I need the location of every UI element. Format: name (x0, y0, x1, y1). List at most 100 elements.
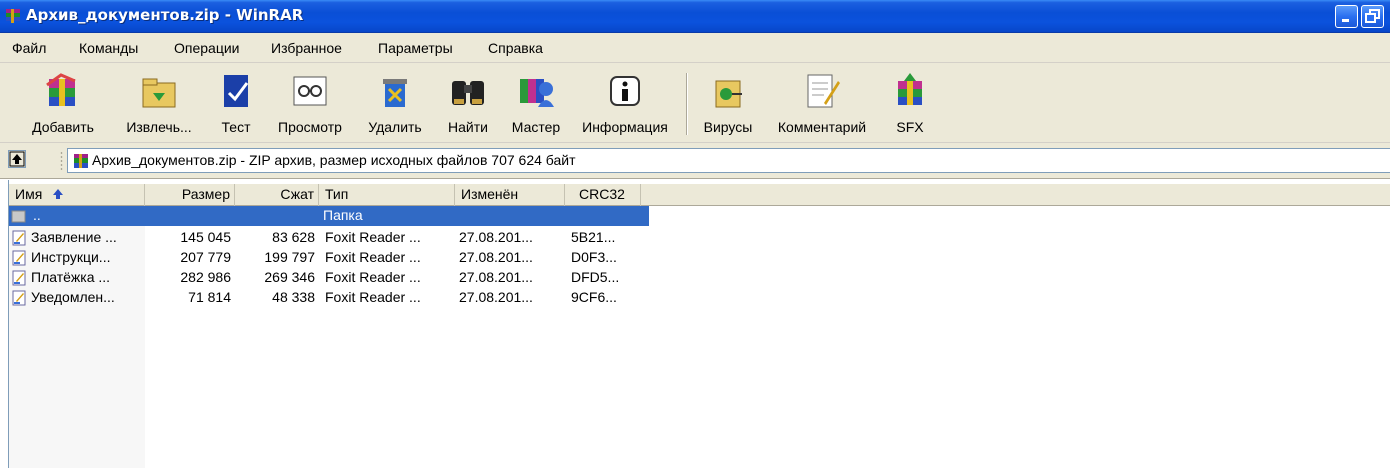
menu-commands[interactable]: Команды (79, 40, 138, 56)
sfx-icon (898, 73, 922, 105)
minimize-icon (1342, 19, 1349, 22)
find-button[interactable]: Найти (436, 67, 500, 141)
address-bar: Архив_документов.zip - ZIP архив, размер… (0, 143, 1390, 179)
file-name: Платёжка ... (31, 269, 111, 285)
toolbar-separator (686, 73, 688, 135)
table-row[interactable]: Инструкци... 207 779 199 797 Foxit Reade… (9, 248, 649, 268)
file-modified: 27.08.201... (459, 229, 533, 245)
extract-label: Извлечь... (126, 119, 192, 135)
virus-scan-button[interactable]: Вирусы (693, 67, 763, 141)
pdf-file-icon (12, 270, 26, 286)
up-folder-button[interactable] (8, 150, 26, 168)
minimize-button[interactable] (1335, 5, 1358, 28)
up-arrow-icon (9, 151, 25, 167)
window-title: Архив_документов.zip - WinRAR (26, 6, 304, 24)
comment-icon (807, 74, 840, 108)
file-size: 207 779 (180, 249, 231, 265)
address-grip (60, 151, 63, 171)
file-type: Foxit Reader ... (325, 269, 421, 285)
address-field[interactable]: Архив_документов.zip - ZIP архив, размер… (67, 148, 1390, 173)
test-label: Тест (221, 119, 251, 135)
file-type: Foxit Reader ... (325, 289, 421, 305)
find-label: Найти (448, 119, 488, 135)
winrar-app-icon[interactable] (5, 8, 21, 24)
zip-archive-icon (74, 154, 88, 168)
extract-folder-icon (142, 78, 176, 108)
title-bar[interactable]: Архив_документов.zip - WinRAR (0, 0, 1390, 33)
column-headers: Имя Размер Сжат Тип Изменён CRC32 (9, 184, 1390, 206)
restore-icon (1365, 9, 1380, 23)
table-row[interactable]: Уведомлен... 71 814 48 338 Foxit Reader … (9, 288, 649, 308)
virus-scan-label: Вирусы (703, 119, 753, 135)
virus-scan-icon (715, 80, 742, 108)
wizard-label: Мастер (511, 119, 561, 135)
info-icon (610, 76, 640, 106)
table-row[interactable]: Заявление ... 145 045 83 628 Foxit Reade… (9, 228, 649, 248)
info-button[interactable]: Информация (572, 67, 678, 141)
column-header-type[interactable]: Тип (319, 184, 455, 206)
info-label: Информация (582, 119, 668, 135)
file-size: 145 045 (180, 229, 231, 245)
file-packed: 48 338 (272, 289, 315, 305)
wizard-button[interactable]: Мастер (500, 67, 572, 141)
add-to-archive-icon (46, 73, 76, 106)
file-packed: 199 797 (264, 249, 315, 265)
menu-favorites[interactable]: Избранное (271, 40, 342, 56)
add-button[interactable]: Добавить (18, 67, 108, 141)
test-button[interactable]: Тест (210, 67, 262, 141)
menu-options[interactable]: Параметры (378, 40, 453, 56)
sort-ascending-icon (53, 189, 64, 199)
sfx-label: SFX (896, 119, 924, 135)
column-header-packed[interactable]: Сжат (235, 184, 319, 206)
delete-icon (383, 79, 407, 107)
file-packed: 269 346 (264, 269, 315, 285)
file-type: Foxit Reader ... (325, 249, 421, 265)
delete-button[interactable]: Удалить (357, 67, 433, 141)
delete-label: Удалить (368, 119, 422, 135)
menu-help[interactable]: Справка (488, 40, 543, 56)
view-button[interactable]: Просмотр (264, 67, 356, 141)
file-list[interactable]: Имя Размер Сжат Тип Изменён CRC32 .. Пап… (8, 180, 1390, 468)
file-packed: 83 628 (272, 229, 315, 245)
file-crc: 5B21... (571, 229, 616, 245)
pdf-file-icon (12, 290, 26, 306)
menu-operations[interactable]: Операции (174, 40, 240, 56)
file-crc: D0F3... (571, 249, 617, 265)
maximize-button[interactable] (1361, 5, 1384, 28)
file-size: 71 814 (188, 289, 231, 305)
file-name: .. (33, 207, 41, 223)
add-label: Добавить (32, 119, 94, 135)
toolbar: Добавить Извлечь... Тест Просмотр Удалит… (0, 63, 1390, 143)
wizard-icon (520, 79, 554, 107)
file-type: Foxit Reader ... (325, 229, 421, 245)
table-row-parent-folder[interactable]: .. Папка (9, 206, 649, 226)
test-archive-icon (224, 75, 249, 107)
file-modified: 27.08.201... (459, 249, 533, 265)
file-crc: DFD5... (571, 269, 620, 285)
pdf-file-icon (12, 250, 26, 266)
comment-button[interactable]: Комментарий (763, 67, 881, 141)
menu-bar: Файл Команды Операции Избранное Параметр… (0, 33, 1390, 63)
column-header-name[interactable]: Имя (9, 184, 145, 206)
comment-label: Комментарий (777, 119, 867, 135)
extract-button[interactable]: Извлечь... (113, 67, 205, 141)
column-header-size[interactable]: Размер (145, 184, 235, 206)
column-header-modified[interactable]: Изменён (455, 184, 565, 206)
menu-file[interactable]: Файл (12, 40, 46, 56)
table-row[interactable]: Платёжка ... 282 986 269 346 Foxit Reade… (9, 268, 649, 288)
sfx-button[interactable]: SFX (882, 67, 938, 141)
file-name: Уведомлен... (31, 289, 115, 305)
parent-folder-icon (11, 210, 26, 223)
address-text: Архив_документов.zip - ZIP архив, размер… (92, 152, 576, 168)
column-header-crc[interactable]: CRC32 (565, 184, 641, 206)
column-name-label: Имя (15, 186, 43, 202)
binoculars-icon (452, 81, 484, 105)
file-modified: 27.08.201... (459, 289, 533, 305)
file-name: Инструкци... (31, 249, 111, 265)
file-type: Папка (323, 207, 363, 223)
file-size: 282 986 (180, 269, 231, 285)
file-crc: 9CF6... (571, 289, 617, 305)
file-name: Заявление ... (31, 229, 117, 245)
view-label: Просмотр (278, 119, 342, 135)
view-glasses-icon (293, 76, 327, 106)
